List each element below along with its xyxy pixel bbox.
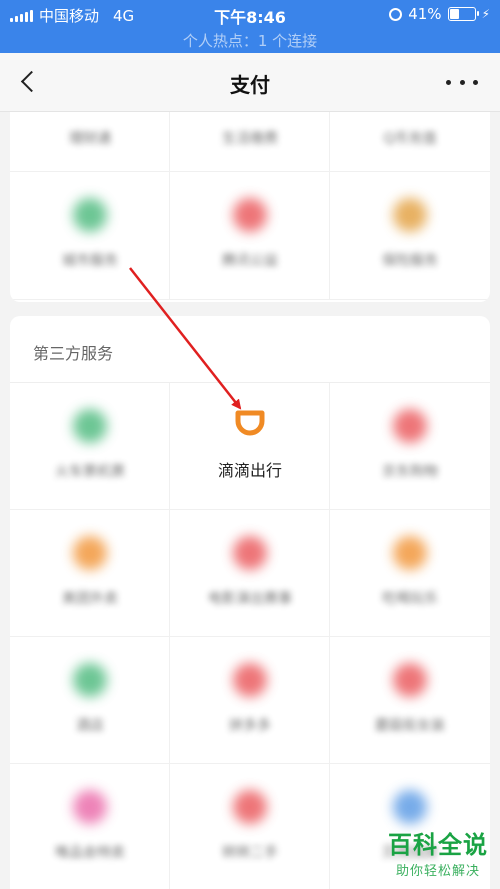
service-label: 滴滴出行 <box>217 461 282 480</box>
section-title: 第三方服务 <box>33 344 114 363</box>
watermark: 百科全说 助你轻松解决 <box>388 825 488 879</box>
battery-percent: 41% <box>408 5 442 23</box>
service-item[interactable]: 腾讯公益 <box>170 172 330 300</box>
service-icon <box>73 409 107 443</box>
hotspot-banner[interactable]: 个人热点：1 个连接 <box>0 30 500 51</box>
service-icon <box>393 536 427 570</box>
service-label: 转转二手 <box>222 845 278 861</box>
service-label: 保险服务 <box>382 253 438 269</box>
service-label: 腾讯公益 <box>222 253 278 269</box>
service-item[interactable]: 理财通 <box>10 112 170 172</box>
service-icon <box>73 663 107 697</box>
service-item[interactable]: 保险服务 <box>330 172 490 300</box>
service-label: 美团外卖 <box>62 591 118 607</box>
more-dot <box>473 79 478 85</box>
service-item[interactable]: 滴滴出行 <box>170 383 330 510</box>
more-dot <box>446 79 451 85</box>
service-grid-top: 理财通 生活缴费 Q币充值城市服务 腾讯公益 保险服务 <box>10 112 490 300</box>
service-card-top: 理财通 生活缴费 Q币充值城市服务 腾讯公益 保险服务 <box>10 112 490 302</box>
back-button[interactable] <box>18 69 42 95</box>
service-label: 唯品会特卖 <box>55 845 125 861</box>
service-icon <box>73 790 107 824</box>
status-bar: 中国移动 4G 下午8:46 41% ⚡ 个人热点：1 个连接 <box>0 0 500 53</box>
service-icon <box>233 790 267 824</box>
service-label: 吃喝玩乐 <box>382 591 438 607</box>
watermark-subtitle: 助你轻松解决 <box>395 864 480 879</box>
service-item[interactable]: 酒店 <box>10 637 170 764</box>
service-icon <box>233 198 267 232</box>
service-label: 城市服务 <box>62 253 118 269</box>
service-item[interactable]: Q币充值 <box>330 112 490 172</box>
service-icon <box>73 198 107 232</box>
service-item[interactable]: 电影演出赛事 <box>170 510 330 637</box>
page-title: 支付 <box>230 73 270 97</box>
nav-bar: 支付 <box>0 53 500 112</box>
service-label: 理财通 <box>69 131 111 147</box>
charging-icon: ⚡ <box>481 7 490 21</box>
service-item[interactable]: 生活缴费 <box>170 112 330 172</box>
service-item[interactable]: 吃喝玩乐 <box>330 510 490 637</box>
battery-fill <box>449 9 460 19</box>
service-item[interactable]: 美团外卖 <box>10 510 170 637</box>
didi-icon <box>235 410 265 436</box>
service-label: 拼多多 <box>229 718 271 734</box>
status-right: 41% ⚡ <box>389 5 490 23</box>
service-label: Q币充值 <box>383 131 437 147</box>
service-icon <box>73 536 107 570</box>
alarm-icon <box>389 7 403 21</box>
service-icon <box>233 536 267 570</box>
service-grid-third-party: 火车票机票 滴滴出行 京东购物美团外卖 电影演出赛事 吃喝玩乐酒店 拼多多 蘑菇街女装唯品会… <box>10 382 490 889</box>
service-item[interactable]: 火车票机票 <box>10 383 170 510</box>
service-label: 蘑菇街女装 <box>375 718 445 734</box>
service-icon <box>393 198 427 232</box>
service-icon <box>393 409 427 443</box>
watermark-title: 百科全说 <box>388 831 488 859</box>
battery-icon <box>447 7 479 21</box>
service-label: 生活缴费 <box>222 131 278 147</box>
service-label: 火车票机票 <box>55 464 125 480</box>
service-label: 酒店 <box>76 718 104 734</box>
more-dot <box>459 79 465 85</box>
more-button[interactable] <box>446 73 478 91</box>
service-item[interactable]: 城市服务 <box>10 172 170 300</box>
service-item[interactable]: 唯品会特卖 <box>10 764 170 889</box>
service-item[interactable]: 京东购物 <box>330 383 490 510</box>
service-label: 京东购物 <box>382 464 438 480</box>
service-item[interactable]: 转转二手 <box>170 764 330 889</box>
service-item[interactable]: 蘑菇街女装 <box>330 637 490 764</box>
service-label: 电影演出赛事 <box>208 591 292 607</box>
service-icon <box>393 663 427 697</box>
service-item[interactable]: 拼多多 <box>170 637 330 764</box>
service-icon <box>233 663 267 697</box>
third-party-card: 第三方服务 火车票机票 滴滴出行 京东购物美团外卖 电影演出赛事 吃喝玩乐酒店 拼多多 蘑菇… <box>10 316 490 889</box>
service-icon <box>393 790 427 824</box>
